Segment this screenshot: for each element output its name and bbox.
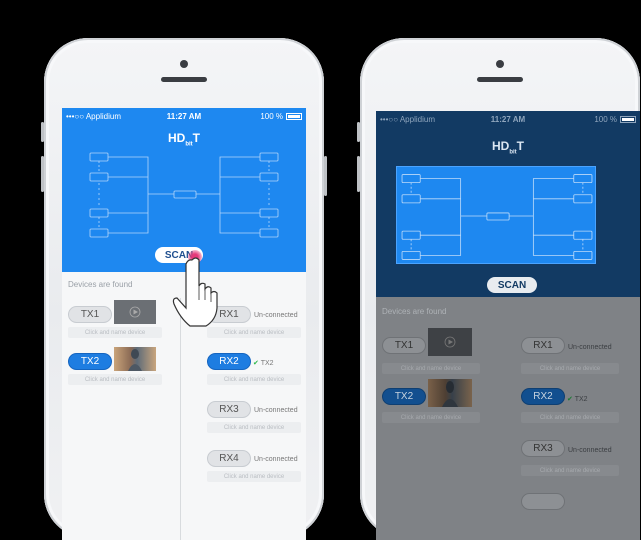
rx2-status: ✔ TX2 [567,396,588,403]
rx1-name-field[interactable]: Click and name device [207,327,301,338]
tx2-name-field[interactable]: Click and name device [68,374,162,385]
front-camera [496,60,504,68]
figure-image [128,349,142,371]
tx1-button[interactable]: TX1 [68,306,112,323]
rx1-status: Un-connected [254,312,298,319]
app-logo: HDbitT [167,131,201,148]
volume-button [357,122,360,142]
speaker [477,77,523,82]
volume-button [41,122,44,142]
tx1-video-thumbnail[interactable] [428,328,472,356]
figure-image [442,381,458,407]
rx2-button[interactable]: RX2 [207,353,251,370]
rx1-status: Un-connected [568,344,612,351]
tx2-button[interactable]: TX2 [68,353,112,370]
rx3-status: Un-connected [568,447,612,454]
volume-button [357,156,360,192]
rx2-name-field[interactable]: Click and name device [207,374,301,385]
devices-title: Devices are found [382,307,447,316]
tx1-name-field[interactable]: Click and name device [68,327,162,338]
topology-diagram [401,174,593,260]
app-logo: HDbitT [491,139,525,156]
device-list: Devices are found TX1 Click and name dev… [376,297,640,540]
check-icon: ✔ [567,396,573,403]
rx4-button[interactable]: RX4 [207,450,251,467]
phone-right: •••○○ Applidium 11:27 AM 100 % HDbitT SC… [357,38,640,540]
battery-icon [286,112,302,120]
rx4-name-field[interactable]: Click and name device [207,471,301,482]
tx2-video-thumbnail[interactable] [428,379,472,407]
status-bar: •••○○ Applidium 11:27 AM 100 % [62,108,306,124]
scan-button[interactable]: SCAN [487,277,537,293]
rx2-status: ✔ TX2 [253,360,274,367]
rx3-button[interactable]: RX3 [521,440,565,457]
front-camera [180,60,188,68]
topology-diagram [89,152,279,238]
rx4-status: Un-connected [254,456,298,463]
time-text: 11:27 AM [166,111,202,121]
play-icon [129,306,141,318]
devices-title: Devices are found [68,280,133,289]
app-screen: •••○○ Applidium 11:27 AM 100 % HDbitT SC… [376,111,640,540]
tx1-button[interactable]: TX1 [382,337,426,354]
speaker [161,77,207,82]
highlighted-diagram[interactable] [396,166,596,264]
play-icon [444,336,456,348]
header: •••○○ Applidium 11:27 AM 100 % HDbitT SC… [376,111,640,297]
rx3-name-field[interactable]: Click and name device [521,465,619,476]
battery-icon [620,115,636,123]
rx1-button[interactable]: RX1 [521,337,565,354]
hand-pointer-icon [172,257,218,327]
divider [180,298,181,540]
check-icon: ✔ [253,360,259,367]
volume-button [41,156,44,192]
rx1-name-field[interactable]: Click and name device [521,363,619,374]
rx3-name-field[interactable]: Click and name device [207,422,301,433]
rx3-button[interactable]: RX3 [207,401,251,418]
power-button [324,156,327,196]
rx2-name-field[interactable]: Click and name device [521,412,619,423]
phone-left: •••○○ Applidium 11:27 AM 100 % HDbitT SC… [41,38,327,540]
rx3-status: Un-connected [254,407,298,414]
tx1-video-thumbnail[interactable] [114,300,156,324]
tx2-video-thumbnail[interactable] [114,347,156,371]
tx2-name-field[interactable]: Click and name device [382,412,480,423]
header: •••○○ Applidium 11:27 AM 100 % HDbitT SC… [62,108,306,272]
app-screen: •••○○ Applidium 11:27 AM 100 % HDbitT SC… [62,108,306,540]
rx2-button[interactable]: RX2 [521,388,565,405]
tx1-name-field[interactable]: Click and name device [382,363,480,374]
status-bar: •••○○ Applidium 11:27 AM 100 % [376,111,640,127]
time-text: 11:27 AM [490,114,526,124]
tx2-button[interactable]: TX2 [382,388,426,405]
